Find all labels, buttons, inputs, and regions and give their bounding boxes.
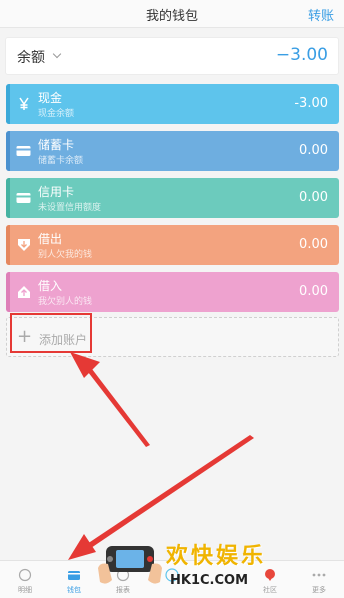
page-title: 我的钱包: [145, 9, 198, 24]
chevron-down-icon: [52, 49, 62, 59]
nav-label: 更多: [312, 586, 326, 594]
watermark-text: 欢快娱乐: [166, 544, 267, 569]
account-subtitle: 我欠别人的钱: [38, 297, 93, 307]
more-icon: [312, 573, 326, 577]
account-subtitle: 别人欠我的钱: [38, 250, 93, 260]
balance-label: 余额: [17, 50, 45, 66]
balance-selector[interactable]: 余额 −3.00: [5, 37, 339, 75]
wallet-icon: [68, 571, 80, 580]
gamepad-watermark-icon: [98, 546, 162, 584]
account-subtitle: 储蓄卡余额: [38, 156, 84, 166]
nav-item-wallet[interactable]: 钱包: [49, 561, 99, 598]
account-card-lend-out[interactable]: 借出 别人欠我的钱 0.00: [6, 225, 339, 265]
nav-label: 明细: [18, 586, 32, 594]
account-value: 0.00: [299, 237, 328, 252]
account-value: -3.00: [294, 96, 328, 111]
account-card-cash[interactable]: 现金 现金余额 -3.00: [6, 84, 339, 124]
details-icon: [18, 568, 32, 582]
account-value: 0.00: [299, 284, 328, 299]
account-subtitle: 未设置信用额度: [38, 203, 102, 213]
highlight-box: [10, 313, 92, 353]
nav-item-more[interactable]: 更多: [294, 561, 344, 598]
nav-label: 社区: [263, 586, 277, 594]
watermark-url: HK1C.COM: [170, 573, 249, 588]
account-name: 信用卡: [38, 185, 75, 199]
card-accent-bar: [6, 131, 10, 171]
nav-label: 钱包: [67, 586, 81, 594]
nav-item-details[interactable]: 明细: [0, 561, 50, 598]
account-name: 借入: [38, 279, 63, 293]
account-subtitle: 现金余额: [38, 109, 75, 119]
card-icon: [16, 190, 31, 205]
card-accent-bar: [6, 84, 10, 124]
account-card-borrow-in[interactable]: 借入 我欠别人的钱 0.00: [6, 272, 339, 312]
lend-out-icon: [16, 237, 31, 252]
yen-icon: [16, 96, 31, 111]
arrow-up: [70, 352, 150, 447]
transfer-button[interactable]: 转账: [308, 5, 334, 24]
card-accent-bar: [6, 272, 10, 312]
account-value: 0.00: [299, 143, 328, 158]
account-name: 借出: [38, 232, 63, 246]
account-name: 储蓄卡: [38, 138, 75, 152]
account-card-credit[interactable]: 信用卡 未设置信用额度 0.00: [6, 178, 339, 218]
community-icon: [265, 569, 275, 581]
card-accent-bar: [6, 178, 10, 218]
card-accent-bar: [6, 225, 10, 265]
top-bar: 我的钱包 转账: [0, 0, 344, 28]
balance-amount: −3.00: [275, 45, 328, 65]
account-card-savings[interactable]: 储蓄卡 储蓄卡余额 0.00: [6, 131, 339, 171]
card-icon: [16, 143, 31, 158]
account-value: 0.00: [299, 190, 328, 205]
account-name: 现金: [38, 91, 63, 105]
borrow-in-icon: [16, 284, 31, 299]
